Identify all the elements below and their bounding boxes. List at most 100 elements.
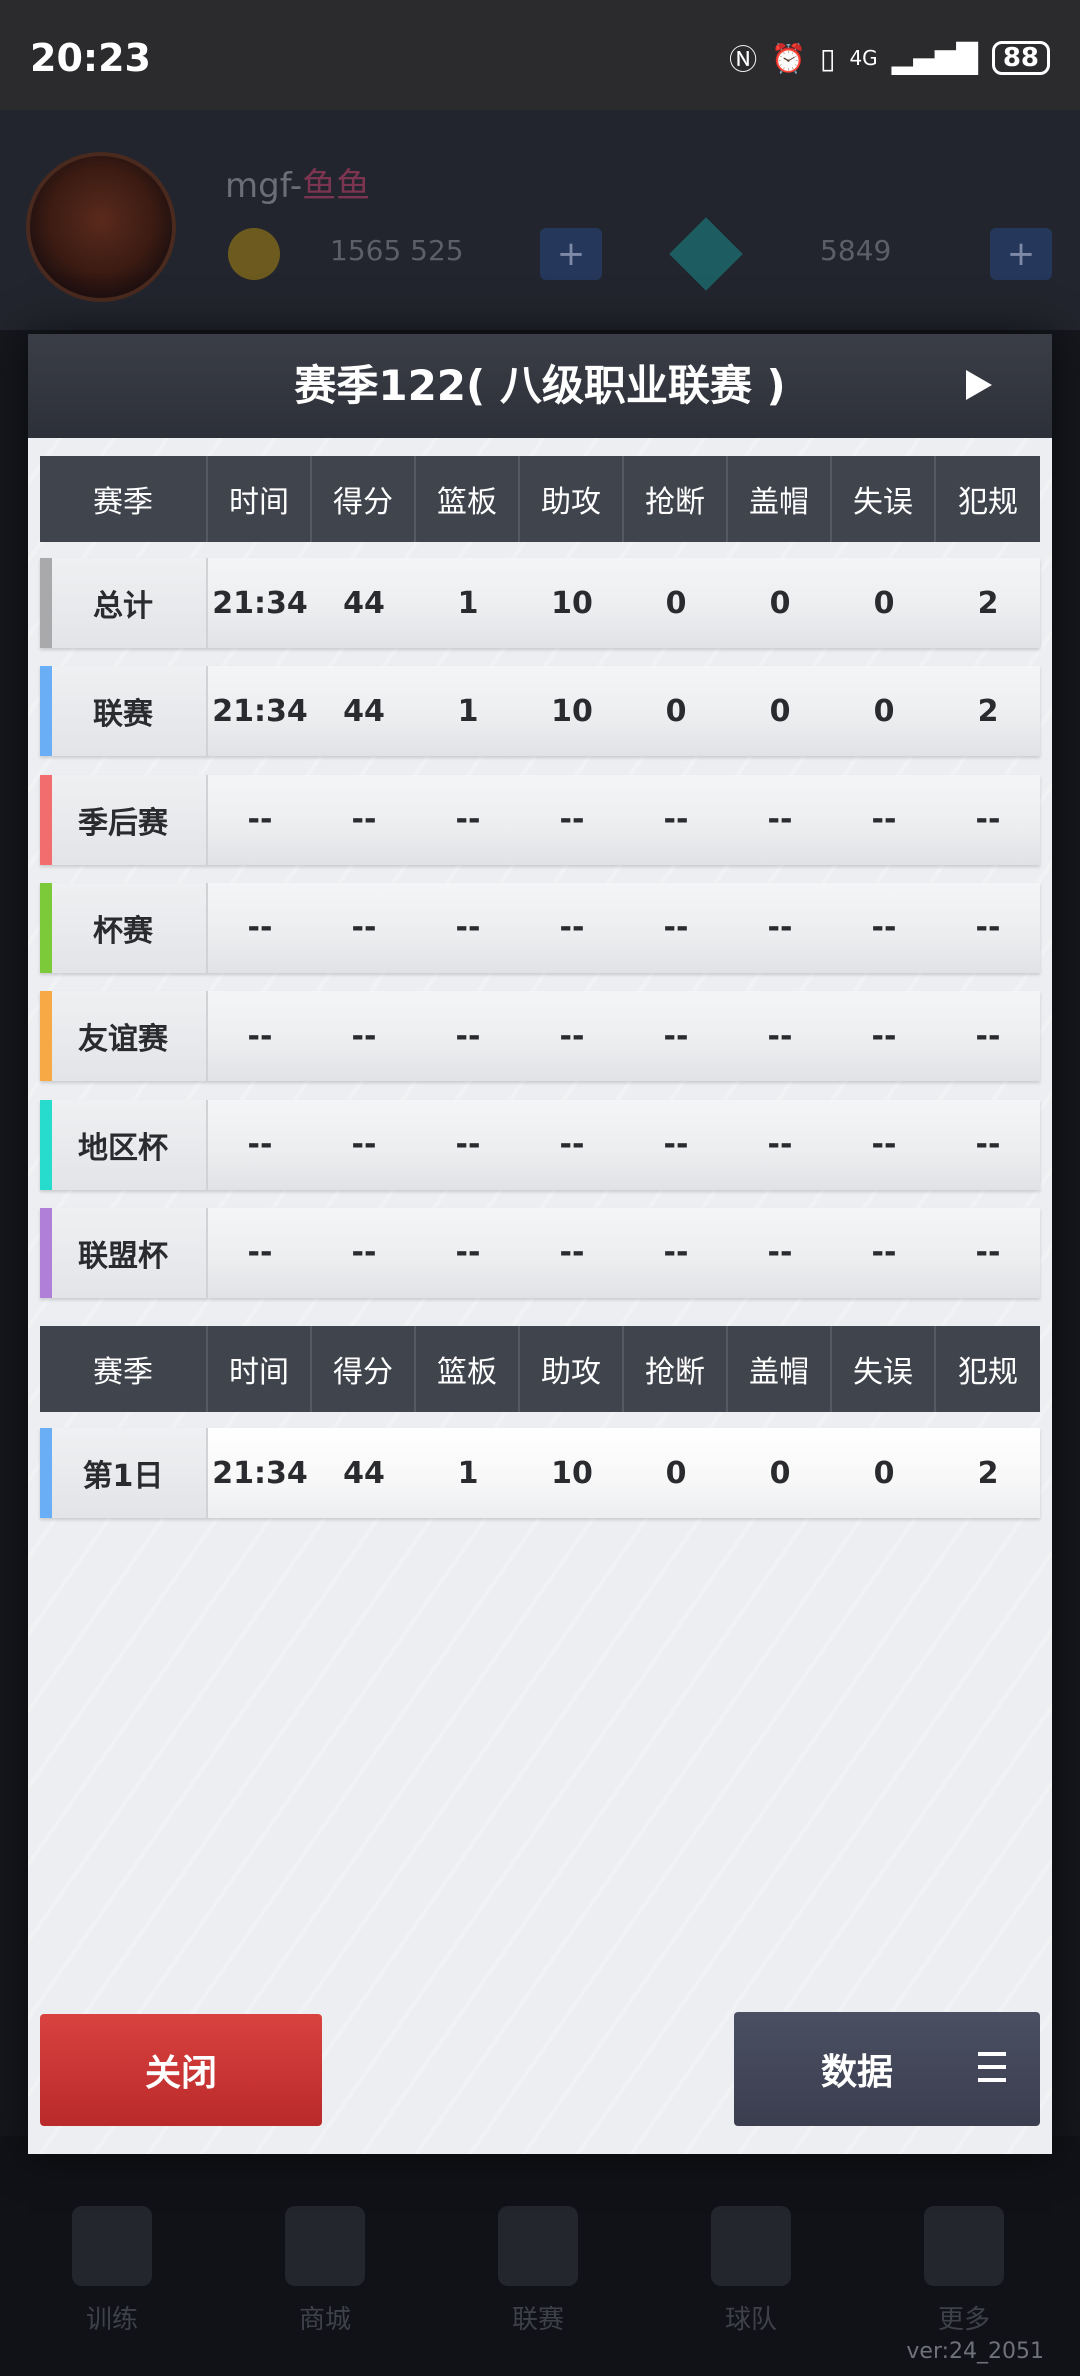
bg-tab-icon xyxy=(285,2206,365,2286)
stat-cell: 1 xyxy=(457,693,479,729)
stat-cell: 21:34 xyxy=(212,1455,308,1491)
bg-name-text: mgf- xyxy=(225,166,303,206)
stat-cell: 0 xyxy=(665,585,687,621)
column-header: 助攻 xyxy=(520,456,624,542)
bg-tab-label: 训练 xyxy=(85,2305,138,2335)
stat-cell: -- xyxy=(975,910,1001,946)
row-label: 友谊赛 xyxy=(40,991,208,1082)
stat-cell: -- xyxy=(663,1127,689,1162)
bg-gem-value: 5849 xyxy=(820,234,892,267)
bg-add-coin-button: + xyxy=(540,228,602,280)
stat-cell: -- xyxy=(663,802,689,838)
column-header: 时间 xyxy=(208,1326,312,1412)
table-row: 友谊赛 -- -- -- -- -- -- -- -- xyxy=(40,991,1040,1082)
close-button[interactable]: 关闭 xyxy=(40,2014,322,2126)
stat-cell: 44 xyxy=(343,585,385,621)
table-row: 联赛 21:34 44 1 10 0 0 0 2 xyxy=(40,666,1040,757)
row-label: 联赛 xyxy=(40,666,208,757)
row-label-text: 友谊赛 xyxy=(78,1022,168,1058)
stat-cell: -- xyxy=(871,1235,897,1271)
row-label: 第1日 xyxy=(40,1428,208,1518)
row-label-text: 季后赛 xyxy=(78,805,168,841)
row-accent-bar xyxy=(40,1099,52,1190)
season-stats-dialog: 赛季122( 八级职业联赛 ) 赛季 时间 得分 篮板 助攻 抢断 盖帽 失误 … xyxy=(28,334,1052,2154)
stat-cell: -- xyxy=(871,802,897,838)
stat-cell: -- xyxy=(975,1235,1001,1271)
stat-cell: 10 xyxy=(551,693,593,729)
stat-cell: 1 xyxy=(457,585,479,621)
status-bar: 20:23 Ⓝ ⏰ ▯ 4G ▂▄▆█ 88 xyxy=(0,0,1080,110)
status-time: 20:23 xyxy=(30,36,151,80)
column-header: 时间 xyxy=(208,456,312,542)
column-header: 犯规 xyxy=(958,485,1018,520)
bg-player-name: mgf-鱼鱼 xyxy=(225,158,370,207)
stat-cell: 0 xyxy=(665,1455,687,1491)
battery-icon: 88 xyxy=(991,41,1050,75)
stat-cell: -- xyxy=(559,1235,585,1271)
stat-cell: 10 xyxy=(551,585,593,621)
stat-cell: -- xyxy=(559,1127,585,1162)
stat-cell: 0 xyxy=(873,1455,895,1491)
stats-header-row: 赛季 时间 得分 篮板 助攻 抢断 盖帽 失误 犯规 xyxy=(40,456,1040,542)
column-header: 盖帽 xyxy=(728,456,832,542)
column-header: 篮板 xyxy=(416,456,520,542)
stat-cell: -- xyxy=(559,1018,585,1054)
bg-tab-label: 商城 xyxy=(298,2305,351,2335)
table-row: 总计 21:34 44 1 10 0 0 0 2 xyxy=(40,558,1040,648)
column-header: 抢断 xyxy=(624,1326,728,1412)
bg-name-tag: 鱼鱼 xyxy=(302,166,371,206)
alarm-icon: ⏰ xyxy=(771,41,807,75)
row-accent-bar xyxy=(40,882,52,973)
stat-cell: -- xyxy=(767,910,793,946)
bg-profile-header: mgf-鱼鱼 1565 525 + 5849 + xyxy=(0,110,1080,330)
stat-cell: -- xyxy=(455,1127,481,1162)
stat-cell: -- xyxy=(351,1127,377,1162)
stat-cell: -- xyxy=(455,1018,481,1054)
stat-cell: 0 xyxy=(769,585,791,621)
stat-cell: 10 xyxy=(551,1455,593,1491)
stat-cell: 0 xyxy=(769,693,791,729)
stat-cell: -- xyxy=(455,910,481,946)
row-label-text: 第1日 xyxy=(82,1459,164,1494)
bg-tab-icon xyxy=(72,2206,152,2286)
data-button[interactable]: 数据 xyxy=(734,2012,1040,2126)
avatar xyxy=(26,152,176,302)
row-label-text: 杯赛 xyxy=(93,913,153,949)
stat-cell: 1 xyxy=(457,1455,479,1491)
daily-row: 第1日 21:34 44 1 10 0 0 0 2 xyxy=(40,1428,1040,1518)
dialog-title: 赛季122( 八级职业联赛 ) xyxy=(294,361,786,410)
status-icons: Ⓝ ⏰ ▯ 4G ▂▄▆█ 88 xyxy=(729,38,1050,78)
stat-cell: -- xyxy=(871,1127,897,1162)
column-header: 得分 xyxy=(312,1326,416,1412)
data-button-label: 数据 xyxy=(820,2052,893,2093)
bg-add-gem-button: + xyxy=(990,228,1052,280)
coin-icon xyxy=(228,228,280,280)
stat-cell: -- xyxy=(559,910,585,946)
column-header: 赛季 xyxy=(40,1326,208,1412)
gem-icon xyxy=(669,217,743,291)
stat-cell: -- xyxy=(351,910,377,946)
row-accent-bar xyxy=(40,666,52,757)
stat-cell: 2 xyxy=(977,693,999,729)
stat-cell: -- xyxy=(559,802,585,838)
stat-cell: -- xyxy=(871,1018,897,1054)
vibrate-icon: ▯ xyxy=(820,41,836,75)
stat-cell: 2 xyxy=(977,1455,999,1491)
stat-cell: -- xyxy=(663,1235,689,1271)
row-label: 地区杯 xyxy=(40,1099,208,1190)
column-header: 抢断 xyxy=(624,456,728,542)
stat-cell: -- xyxy=(975,802,1001,838)
stat-cell: -- xyxy=(767,1018,793,1054)
bg-tab-label: 更多 xyxy=(937,2305,990,2335)
signal-icon: ▂▄▆█ xyxy=(891,41,978,75)
network-label: 4G xyxy=(849,46,878,70)
stat-cell: -- xyxy=(247,910,273,946)
stat-cell: -- xyxy=(767,1127,793,1162)
stat-cell: -- xyxy=(975,1127,1001,1162)
stat-cell: -- xyxy=(247,802,273,838)
table-row: 杯赛 -- -- -- -- -- -- -- -- xyxy=(40,882,1040,973)
stat-cell: -- xyxy=(455,802,481,838)
play-icon[interactable] xyxy=(966,370,992,400)
row-label-text: 地区杯 xyxy=(78,1130,168,1166)
column-header: 失误 xyxy=(832,1326,936,1412)
